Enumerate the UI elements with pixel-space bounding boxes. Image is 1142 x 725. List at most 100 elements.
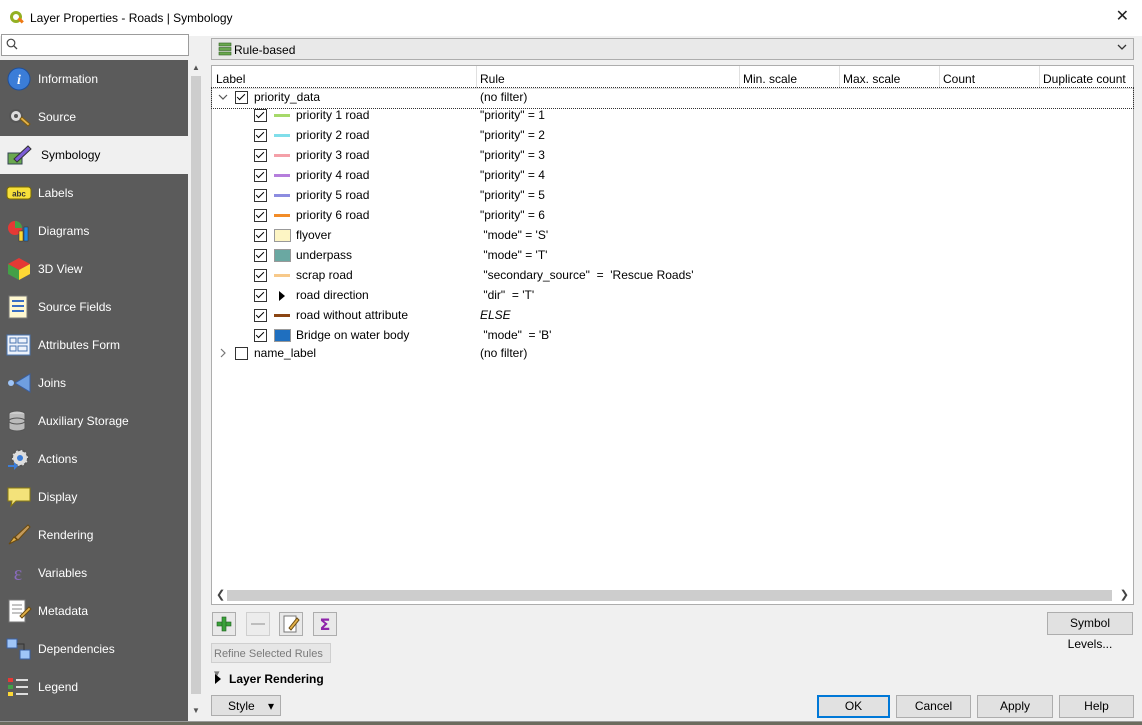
tree-row-rule[interactable]: scrap road "secondary_source" = 'Rescue …: [212, 266, 1133, 286]
chevron-right-icon[interactable]: [218, 346, 228, 360]
sidebar-item-source[interactable]: Source: [0, 98, 188, 136]
scroll-left-icon[interactable]: ❮: [216, 588, 225, 601]
chevron-down-icon[interactable]: [218, 90, 228, 104]
rule-label: flyover: [296, 228, 332, 242]
rule-checkbox[interactable]: [254, 109, 267, 122]
sidebar-item-label: Actions: [38, 452, 78, 466]
add-rule-button[interactable]: [212, 612, 236, 636]
sidebar-item-label: Joins: [38, 376, 67, 390]
fill-symbol-icon: [274, 229, 291, 242]
tree-row-group[interactable]: priority_data (no filter): [211, 87, 1134, 109]
sidebar-item-joins[interactable]: Joins: [0, 364, 188, 402]
sidebar-item-information[interactable]: i Information: [0, 60, 188, 98]
tree-row-rule[interactable]: priority 2 road "priority" = 2: [212, 126, 1133, 146]
cancel-button[interactable]: Cancel: [896, 695, 971, 718]
rule-filter: ELSE: [480, 308, 511, 322]
sidebar-item-labels[interactable]: abc Labels: [0, 174, 188, 212]
layer-rendering-label: Layer Rendering: [229, 672, 324, 686]
rule-checkbox[interactable]: [235, 91, 248, 104]
sidebar-item-rendering[interactable]: Rendering: [0, 516, 188, 554]
tree-row-rule[interactable]: underpass "mode" = 'T': [212, 246, 1133, 266]
apply-button[interactable]: Apply: [977, 695, 1053, 718]
ok-button[interactable]: OK: [817, 695, 890, 718]
refine-selected-rules-button[interactable]: Refine Selected Rules ▾: [211, 643, 331, 680]
sidebar-item-variables[interactable]: ε Variables: [0, 554, 188, 592]
symbol-levels-button[interactable]: Symbol Levels...: [1047, 612, 1133, 651]
remove-rule-button[interactable]: [246, 612, 270, 636]
rule-filter: "mode" = 'T': [480, 248, 548, 262]
tree-row-rule[interactable]: priority 4 road "priority" = 4: [212, 166, 1133, 186]
renderer-type-value: Rule-based: [234, 43, 296, 57]
rule-label: priority_data: [254, 90, 321, 104]
column-header-label[interactable]: Label: [216, 72, 245, 86]
line-symbol-icon: [274, 314, 290, 317]
rule-checkbox[interactable]: [235, 347, 248, 360]
rule-based-icon: [218, 42, 232, 56]
sidebar-item-source-fields[interactable]: Source Fields: [0, 288, 188, 326]
svg-text:ε: ε: [14, 563, 22, 585]
rule-checkbox[interactable]: [254, 289, 267, 302]
rules-tree[interactable]: Label Rule Min. scale Max. scale Count D…: [211, 65, 1134, 605]
tree-row-rule[interactable]: road without attribute ELSE: [212, 306, 1133, 326]
refine-label: Refine Selected Rules: [214, 648, 323, 660]
tree-row-rule[interactable]: road direction "dir" = 'T': [212, 286, 1133, 306]
sidebar-item-auxiliary-storage[interactable]: Auxiliary Storage: [0, 402, 188, 440]
sidebar-item-3d-view[interactable]: 3D View: [0, 250, 188, 288]
column-header-count[interactable]: Count: [943, 72, 975, 86]
tree-row-rule[interactable]: priority 3 road "priority" = 3: [212, 146, 1133, 166]
symbology-icon: [7, 145, 32, 165]
sidebar-item-actions[interactable]: Actions: [0, 440, 188, 478]
scroll-up-icon[interactable]: ▲: [192, 63, 200, 72]
sidebar-scrollbar[interactable]: ▲ ▼: [189, 60, 203, 721]
rule-checkbox[interactable]: [254, 329, 267, 342]
rule-checkbox[interactable]: [254, 269, 267, 282]
rule-checkbox[interactable]: [254, 169, 267, 182]
column-header-duplicate-count[interactable]: Duplicate count: [1043, 72, 1126, 86]
tree-header: Label Rule Min. scale Max. scale Count D…: [212, 66, 1133, 89]
tree-row-rule[interactable]: priority 6 road "priority" = 6: [212, 206, 1133, 226]
sidebar-item-metadata[interactable]: Metadata: [0, 592, 188, 630]
help-button[interactable]: Help: [1059, 695, 1134, 718]
sidebar: i Information Source Symbology abc Label…: [0, 60, 188, 721]
column-header-rule[interactable]: Rule: [480, 72, 505, 86]
sidebar-item-label: Information: [38, 72, 99, 86]
rule-checkbox[interactable]: [254, 309, 267, 322]
tree-row-rule[interactable]: priority 5 road "priority" = 5: [212, 186, 1133, 206]
tree-row-group[interactable]: name_label (no filter): [212, 344, 1133, 364]
sidebar-item-symbology[interactable]: Symbology: [0, 136, 188, 174]
tree-row-rule[interactable]: flyover "mode" = 'S': [212, 226, 1133, 246]
tree-horizontal-scrollbar[interactable]: ❮ ❯: [213, 588, 1132, 602]
scrollbar-thumb[interactable]: [227, 590, 1112, 601]
rule-checkbox[interactable]: [254, 189, 267, 202]
close-icon[interactable]: ✕: [1116, 8, 1129, 26]
tree-row-rule[interactable]: priority 1 road "priority" = 1: [212, 106, 1133, 126]
rule-label: road without attribute: [296, 308, 409, 322]
sidebar-item-display[interactable]: Display: [0, 478, 188, 516]
rule-checkbox[interactable]: [254, 129, 267, 142]
scroll-down-icon[interactable]: ▼: [192, 706, 200, 715]
style-menu-button[interactable]: Style ▾: [211, 695, 281, 716]
rule-label: scrap road: [296, 268, 353, 282]
search-input[interactable]: [1, 34, 189, 56]
scroll-right-icon[interactable]: ❯: [1120, 588, 1129, 601]
renderer-type-select[interactable]: Rule-based: [211, 38, 1134, 60]
sidebar-item-dependencies[interactable]: Dependencies: [0, 630, 188, 668]
rule-checkbox[interactable]: [254, 249, 267, 262]
sidebar-item-legend[interactable]: Legend: [0, 668, 188, 706]
column-header-min-scale[interactable]: Min. scale: [743, 72, 797, 86]
scrollbar-thumb[interactable]: [191, 76, 201, 694]
sidebar-item-attributes-form[interactable]: Attributes Form: [0, 326, 188, 364]
rule-checkbox[interactable]: [254, 209, 267, 222]
rule-checkbox[interactable]: [254, 229, 267, 242]
rule-statistics-button[interactable]: Σ: [313, 612, 337, 636]
rule-filter: "priority" = 4: [480, 168, 545, 182]
sidebar-item-label: Dependencies: [38, 642, 115, 656]
tree-row-rule[interactable]: Bridge on water body "mode" = 'B': [212, 326, 1133, 346]
sidebar-item-label: Rendering: [38, 528, 94, 542]
rule-checkbox[interactable]: [254, 149, 267, 162]
edit-rule-button[interactable]: [279, 612, 303, 636]
column-header-max-scale[interactable]: Max. scale: [843, 72, 900, 86]
layer-rendering-section[interactable]: Layer Rendering: [215, 672, 324, 686]
sidebar-item-diagrams[interactable]: Diagrams: [0, 212, 188, 250]
rule-label: priority 2 road: [296, 128, 370, 142]
